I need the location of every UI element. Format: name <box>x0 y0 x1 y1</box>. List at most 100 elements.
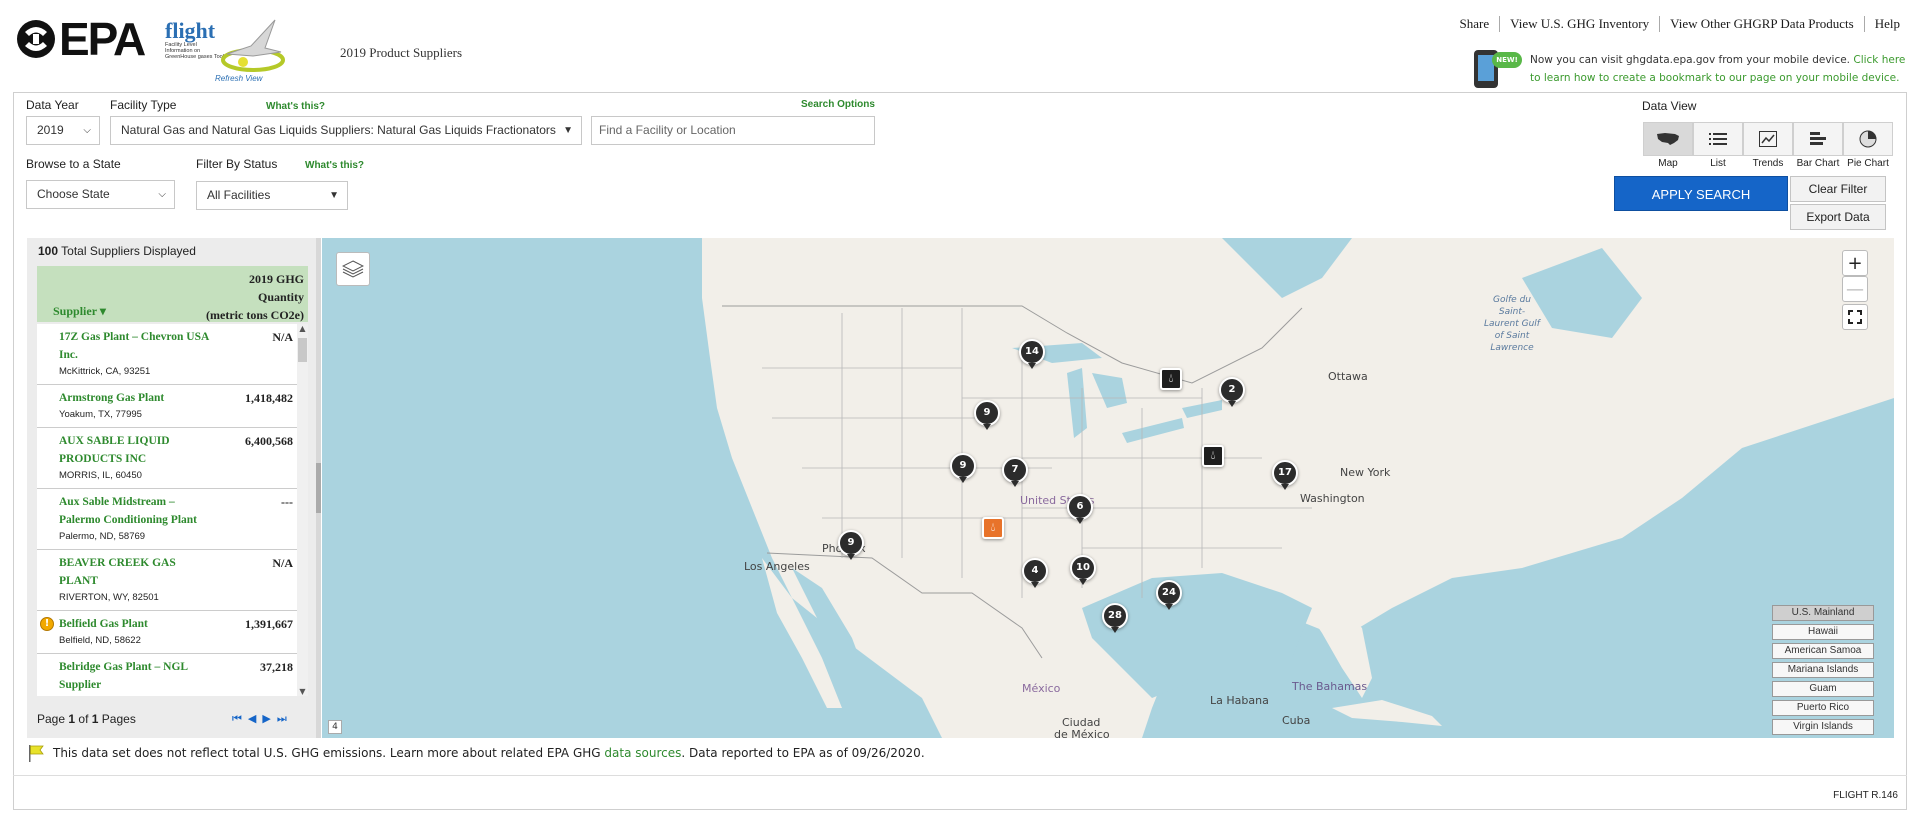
refresh-view-link[interactable]: Refresh View <box>215 74 262 83</box>
map-cluster-marker[interactable]: 9 <box>950 453 976 483</box>
share-link[interactable]: Share <box>1450 16 1500 32</box>
splitter-handle[interactable] <box>316 463 321 513</box>
region-puerto-rico-button[interactable]: Puerto Rico <box>1772 700 1874 716</box>
export-data-button[interactable]: Export Data <box>1790 204 1886 230</box>
map-cluster-marker[interactable]: 9 <box>838 530 864 560</box>
list-item[interactable]: 17Z Gas Plant – Chevron USA Inc. McKittr… <box>37 324 297 385</box>
fullscreen-button[interactable] <box>1842 304 1868 330</box>
scroll-thumb[interactable] <box>298 338 307 362</box>
view-pie-chart-label: Pie Chart <box>1847 158 1889 169</box>
browse-state-select[interactable]: Choose State ⌵ <box>26 180 175 209</box>
supplier-quantity: 37,218 <box>260 660 293 674</box>
map-view[interactable]: Ottawa New York Washington United States… <box>322 238 1894 738</box>
region-us-mainland-button[interactable]: U.S. Mainland <box>1772 605 1874 621</box>
quantity-header-line3: (metric tons CO2e) <box>206 308 304 322</box>
supplier-name[interactable]: AUX SABLE LIQUID PRODUCTS INC <box>59 432 209 468</box>
scroll-up-icon[interactable]: ▲ <box>297 324 308 333</box>
other-products-link[interactable]: View Other GHGRP Data Products <box>1659 16 1864 32</box>
map-cluster-marker[interactable]: 24 <box>1156 580 1182 610</box>
clear-filter-button[interactable]: Clear Filter <box>1790 176 1886 202</box>
data-sources-link[interactable]: data sources <box>604 746 681 760</box>
list-icon <box>1709 133 1727 145</box>
supplier-name[interactable]: Belfield Gas Plant <box>59 615 209 633</box>
map-cluster-marker[interactable]: 10 <box>1070 555 1096 585</box>
chevron-down-icon: ⌵ <box>83 125 91 136</box>
list-item[interactable]: AUX SABLE LIQUID PRODUCTS INC MORRIS, IL… <box>37 428 297 489</box>
list-item[interactable]: Armstrong Gas Plant Yoakum, TX, 77995 1,… <box>37 385 297 428</box>
data-year-label: Data Year <box>26 98 79 112</box>
view-list-button[interactable] <box>1693 122 1743 156</box>
list-item[interactable]: Aux Sable Midstream – Palermo Conditioni… <box>37 489 297 550</box>
region-mariana-islands-button[interactable]: Mariana Islands <box>1772 662 1874 678</box>
epa-logo[interactable]: EPA <box>15 13 155 66</box>
data-year-select[interactable]: 2019 ⌵ <box>26 116 100 145</box>
flight-logo[interactable]: flight Facility Level Information on Gre… <box>165 14 315 86</box>
facility-type-label: Facility Type <box>110 98 177 112</box>
quantity-column-header[interactable]: 2019 GHG Quantity (metric tons CO2e) <box>206 270 304 324</box>
view-trends-button[interactable] <box>1743 122 1793 156</box>
region-virgin-islands-button[interactable]: Virgin Islands <box>1772 719 1874 735</box>
region-hawaii-button[interactable]: Hawaii <box>1772 624 1874 640</box>
supplier-name[interactable]: Belridge Gas Plant – NGL Supplier <box>59 658 209 694</box>
next-page-icon[interactable]: ▶ <box>262 712 270 726</box>
map-cluster-marker[interactable]: 17 <box>1272 460 1298 490</box>
supplier-rows: 17Z Gas Plant – Chevron USA Inc. McKittr… <box>37 324 297 696</box>
disclaimer: This data set does not reflect total U.S… <box>27 742 1907 764</box>
list-scrollbar[interactable]: ▲ ▼ <box>297 324 308 696</box>
filter-status-select[interactable]: All Facilities ▼ <box>196 181 348 210</box>
supplier-name[interactable]: 17Z Gas Plant – Chevron USA Inc. <box>59 328 209 364</box>
first-page-icon[interactable]: ⏮ <box>232 712 242 726</box>
map-cluster-marker[interactable]: 7 <box>1002 457 1028 487</box>
map-label-washington: Washington <box>1300 492 1365 505</box>
region-american-samoa-button[interactable]: American Samoa <box>1772 643 1874 659</box>
list-item[interactable]: BEAVER CREEK GAS PLANT RIVERTON, WY, 825… <box>37 550 297 611</box>
zoom-out-button[interactable]: — <box>1842 276 1868 302</box>
map-label-gulf: Golfe du Saint-Laurent Gulf of Saint Law… <box>1484 295 1540 353</box>
map-cluster-marker[interactable]: 4 <box>1022 558 1048 588</box>
layers-button[interactable] <box>336 252 370 286</box>
ghg-inventory-link[interactable]: View U.S. GHG Inventory <box>1499 16 1659 32</box>
supplier-name[interactable]: Armstrong Gas Plant <box>59 389 209 407</box>
map-cluster-marker[interactable]: 14 <box>1019 339 1045 369</box>
flag-icon <box>29 745 44 762</box>
prev-page-icon[interactable]: ◀ <box>248 712 256 726</box>
view-pie-chart-button[interactable] <box>1843 122 1893 156</box>
list-item[interactable]: Belridge Gas Plant – NGL Supplier 37,218 <box>37 654 297 696</box>
search-options-link[interactable]: Search Options <box>801 99 875 110</box>
apply-search-button[interactable]: APPLY SEARCH <box>1614 176 1788 211</box>
map-label-de-mexico: de México <box>1054 728 1110 738</box>
facility-pin-drop-icon[interactable]: 💧︎ <box>982 517 1004 539</box>
supplier-column-header[interactable]: Supplier ▾ <box>53 304 106 319</box>
flight-wordmark: flight <box>165 18 216 43</box>
view-bar-chart-button[interactable] <box>1793 122 1843 156</box>
chevron-down-icon: ⌵ <box>158 189 166 200</box>
facility-pin-drop-icon[interactable]: 💧︎ <box>1160 368 1182 390</box>
top-nav: Share View U.S. GHG Inventory View Other… <box>1450 16 1910 32</box>
scroll-down-icon[interactable]: ▼ <box>297 687 308 696</box>
map-cluster-marker[interactable]: 6 <box>1067 494 1093 524</box>
last-page-icon[interactable]: ⏭ <box>277 712 287 726</box>
map-cluster-marker[interactable]: 2 <box>1219 377 1245 407</box>
filter-status-whats-this[interactable]: What's this? <box>305 160 364 171</box>
disclaimer-part2: . Data reported to EPA as of 09/26/2020. <box>681 746 925 760</box>
region-guam-button[interactable]: Guam <box>1772 681 1874 697</box>
facility-pin-drop-icon[interactable]: 💧︎ <box>1202 445 1224 467</box>
new-badge: NEW! <box>1492 52 1522 68</box>
supplier-name[interactable]: BEAVER CREEK GAS PLANT <box>59 554 209 590</box>
list-item[interactable]: ! Belfield Gas Plant Belfield, ND, 58622… <box>37 611 297 654</box>
search-input[interactable]: Find a Facility or Location <box>591 116 875 145</box>
zoom-in-button[interactable]: + <box>1842 250 1868 276</box>
facility-type-whats-this[interactable]: What's this? <box>266 101 325 112</box>
facility-type-select[interactable]: Natural Gas and Natural Gas Liquids Supp… <box>110 116 582 145</box>
epa-seal-icon <box>17 20 55 58</box>
help-link[interactable]: Help <box>1863 16 1910 32</box>
supplier-name[interactable]: Aux Sable Midstream – Palermo Conditioni… <box>59 493 209 529</box>
map-label-mexico: México <box>1022 682 1061 695</box>
map-cluster-marker[interactable]: 9 <box>974 400 1000 430</box>
view-trends-label: Trends <box>1752 158 1784 169</box>
map-cluster-marker[interactable]: 28 <box>1102 603 1128 633</box>
view-map-button[interactable] <box>1643 122 1693 156</box>
warning-icon[interactable]: ! <box>40 617 54 631</box>
panel-splitter[interactable] <box>316 238 321 738</box>
map-label-ottawa: Ottawa <box>1328 370 1368 383</box>
